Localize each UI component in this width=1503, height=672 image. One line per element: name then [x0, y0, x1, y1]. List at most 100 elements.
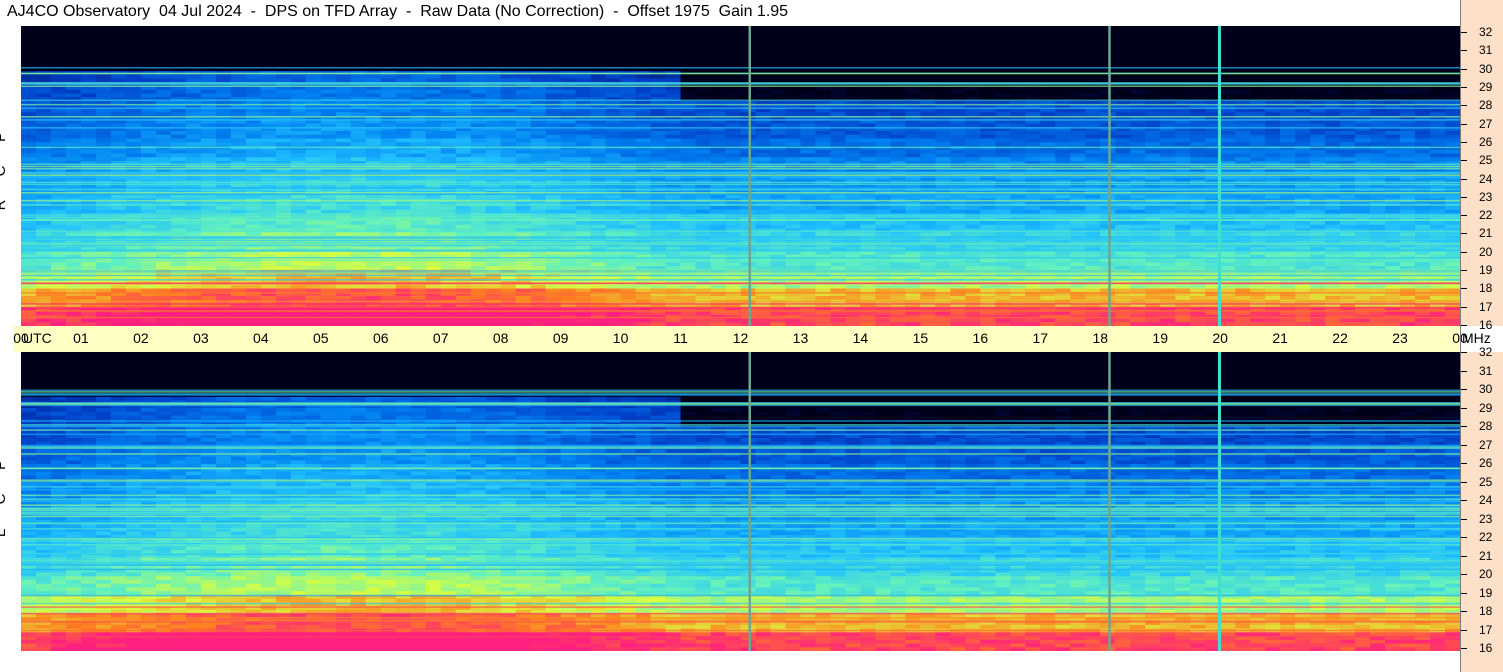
heatmap-cell	[380, 138, 397, 143]
heatmap-cell	[770, 93, 787, 98]
heatmap-cell	[545, 209, 562, 215]
heatmap-cell	[500, 89, 517, 95]
heatmap-cell	[860, 142, 877, 147]
heatmap-cell	[1265, 29, 1281, 35]
heatmap-cell	[935, 26, 951, 31]
heatmap-cell	[860, 41, 877, 46]
heatmap-cell	[755, 108, 772, 113]
heatmap-cell	[275, 56, 292, 61]
heatmap-cell	[860, 209, 877, 215]
heatmap-cell	[1130, 89, 1146, 95]
heatmap-cell	[275, 142, 292, 147]
heatmap-cell	[380, 93, 397, 98]
heatmap-cell	[1010, 59, 1026, 65]
heatmap-cell	[425, 29, 442, 35]
heatmap-cell	[515, 89, 532, 95]
heatmap-cell	[1235, 59, 1251, 65]
heatmap-cell	[485, 29, 502, 35]
heatmap-cell	[590, 52, 607, 57]
heatmap-cell	[560, 138, 577, 143]
heatmap-cell	[1325, 131, 1341, 136]
heatmap-cell	[260, 194, 277, 200]
heatmap-cell	[1175, 56, 1191, 61]
heatmap-cell	[875, 112, 891, 117]
heatmap-cell	[1385, 134, 1401, 140]
heatmap-cell	[785, 142, 802, 147]
heatmap-cell	[605, 138, 622, 143]
heatmap-cell	[650, 37, 667, 42]
heatmap-cell	[455, 209, 472, 215]
heatmap-cell	[1355, 142, 1371, 147]
heatmap-cell	[995, 157, 1011, 162]
heatmap-cell	[590, 142, 607, 147]
heatmap-cell	[1085, 157, 1101, 162]
lcp-label: P C L	[0, 448, 18, 550]
heatmap-cell	[50, 74, 67, 80]
heatmap-cell	[530, 206, 547, 211]
heatmap-cell	[680, 56, 697, 61]
heatmap-cell	[1025, 206, 1041, 211]
heatmap-cell	[725, 112, 742, 117]
heatmap-cell	[1115, 26, 1131, 31]
heatmap-cell	[50, 206, 67, 211]
heatmap-cell	[1415, 33, 1431, 38]
heatmap-cell	[890, 56, 906, 61]
heatmap-cell	[95, 74, 112, 80]
heatmap-cell	[440, 108, 457, 113]
heatmap-cell	[21, 209, 37, 215]
heatmap-cell	[65, 142, 82, 147]
heatmap-cell	[395, 153, 412, 158]
heatmap-cell	[1325, 108, 1341, 113]
heatmap-cell	[545, 59, 562, 65]
heatmap-cell	[515, 37, 532, 42]
heatmap-cell	[1160, 131, 1176, 136]
heatmap-cell	[170, 74, 187, 80]
heatmap-cell	[755, 59, 772, 65]
heatmap-cell	[635, 134, 652, 140]
heatmap-cell	[125, 44, 142, 50]
heatmap-cell	[1250, 194, 1266, 200]
heatmap-cell	[1340, 29, 1356, 35]
heatmap-cell	[1400, 89, 1416, 95]
heatmap-cell	[395, 134, 412, 140]
heatmap-cell	[1160, 29, 1176, 35]
heatmap-cell	[770, 26, 787, 31]
heatmap-cell	[620, 93, 637, 98]
heatmap-cell	[275, 157, 292, 162]
heatmap-cell	[110, 134, 127, 140]
heatmap-cell	[935, 52, 951, 57]
heatmap-cell	[305, 44, 322, 50]
heatmap-cell	[590, 44, 607, 50]
heatmap-cell	[440, 37, 457, 42]
heatmap-cell	[215, 112, 232, 117]
heatmap-cell	[1100, 89, 1116, 95]
heatmap-cell	[1295, 142, 1311, 147]
heatmap-cell	[1145, 153, 1161, 158]
heatmap-cell	[425, 206, 442, 211]
heatmap-cell	[1025, 108, 1041, 113]
heatmap-cell	[1430, 44, 1446, 50]
heatmap-cell	[1340, 26, 1356, 31]
heatmap-cell	[860, 108, 877, 113]
heatmap-cell	[830, 108, 847, 113]
heatmap-cell	[1445, 112, 1460, 117]
heatmap-cell	[1055, 37, 1071, 42]
heatmap-cell	[1220, 48, 1236, 53]
heatmap-cell	[740, 37, 757, 42]
heatmap-cell	[965, 142, 981, 147]
heatmap-cell	[470, 206, 487, 211]
heatmap-cell	[1370, 131, 1386, 136]
heatmap-cell	[695, 138, 712, 143]
heatmap-cell	[1100, 149, 1116, 155]
heatmap-cell	[1280, 89, 1296, 95]
heatmap-cell	[350, 29, 367, 35]
heatmap-cell	[620, 108, 637, 113]
heatmap-cell	[830, 33, 847, 38]
heatmap-cell	[290, 37, 307, 42]
heatmap-cell	[620, 149, 637, 155]
heatmap-cell	[905, 134, 921, 140]
heatmap-cell	[260, 108, 277, 113]
heatmap-cell	[1355, 29, 1371, 35]
heatmap-cell	[245, 56, 262, 61]
heatmap-cell	[245, 59, 262, 65]
